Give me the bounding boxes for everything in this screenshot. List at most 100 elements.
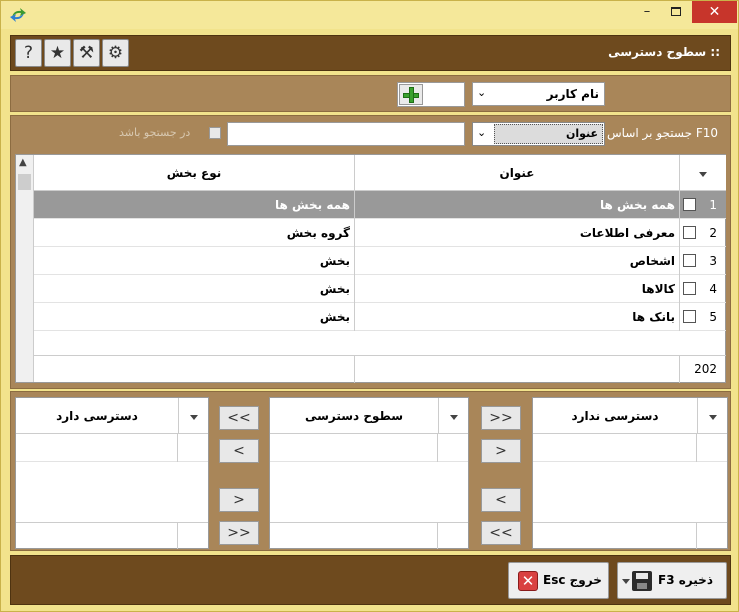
grid-footer: 202 — [34, 355, 726, 383]
cell-title: همه بخش ها — [355, 191, 680, 219]
cell-title: بانک ها — [355, 303, 680, 331]
access-levels-list[interactable]: سطوح دسترسی — [269, 397, 469, 549]
add-button[interactable] — [399, 84, 423, 105]
contains-label: در جستجو باشد — [119, 126, 191, 139]
search-panel: F10 جستجو بر اساس : ⌄ عنوان در جستجو باش… — [10, 115, 731, 389]
close-button[interactable]: ✕ — [692, 1, 737, 23]
chevron-down-icon: ⌄ — [477, 86, 487, 99]
column-header-type[interactable]: نوع بخش — [34, 155, 355, 191]
help-icon: ? — [23, 43, 34, 63]
no-access-list[interactable]: دسترسی ندارد — [532, 397, 728, 549]
gear-icon: ⚙ — [107, 43, 124, 63]
row-checkbox[interactable] — [683, 282, 696, 295]
settings-button[interactable]: ⚙ — [102, 39, 129, 67]
user-select[interactable]: نام کاربر ⌄ — [472, 82, 605, 106]
search-field-value: عنوان — [494, 124, 603, 144]
row-checkbox[interactable] — [683, 226, 696, 239]
list-item[interactable] — [16, 434, 208, 462]
user-select-value: نام کاربر — [546, 87, 599, 101]
footer-bar: ✕ خروج Esc ذخیره F3 — [10, 555, 731, 605]
scroll-up-icon[interactable]: ▲ — [19, 157, 27, 168]
cell-select: 1 — [680, 191, 726, 219]
scroll-thumb[interactable] — [18, 174, 31, 190]
exit-icon: ✕ — [518, 571, 538, 591]
cell-select: 3 — [680, 247, 726, 275]
cell-type: بخش — [34, 275, 355, 303]
column-chooser[interactable] — [680, 155, 726, 191]
move-all-right-button[interactable]: >> — [481, 406, 521, 430]
search-input[interactable] — [227, 122, 465, 146]
user-panel: نام کاربر ⌄ — [10, 75, 731, 112]
chevron-down-icon: ⌄ — [477, 126, 487, 139]
column-chooser[interactable] — [697, 398, 727, 434]
cell-type: بخش — [34, 247, 355, 275]
table-row[interactable]: گروه بخش معرفی اطلاعات 2 — [34, 219, 726, 247]
row-number: 3 — [709, 254, 717, 268]
tools-button[interactable]: ⚒ — [73, 39, 100, 67]
row-checkbox[interactable] — [683, 310, 696, 323]
grid-header: نوع بخش عنوان — [34, 155, 726, 191]
row-checkbox[interactable] — [683, 198, 696, 211]
has-access-list[interactable]: دسترسی دارد — [15, 397, 209, 549]
cell-title: اشخاص — [355, 247, 680, 275]
move-right-button[interactable]: > — [219, 488, 259, 512]
column-chooser[interactable] — [178, 398, 208, 434]
help-button[interactable]: ? — [15, 39, 42, 67]
cell-select: 5 — [680, 303, 726, 331]
list-item[interactable] — [533, 434, 727, 462]
exit-button[interactable]: ✕ خروج Esc — [508, 562, 609, 599]
move-right-button[interactable]: > — [481, 439, 521, 463]
row-number: 4 — [709, 282, 717, 296]
move-left-button[interactable]: < — [219, 439, 259, 463]
maximize-button[interactable] — [661, 1, 691, 23]
table-row[interactable]: بخش کالاها 4 — [34, 275, 726, 303]
column-chooser[interactable] — [438, 398, 468, 434]
dropdown-arrow-icon — [708, 415, 717, 420]
search-field-select[interactable]: ⌄ عنوان — [472, 122, 605, 146]
access-levels-header: سطوح دسترسی — [304, 409, 404, 423]
column-header-title[interactable]: عنوان — [355, 155, 680, 191]
minimize-button[interactable]: – — [634, 1, 660, 23]
row-number: 2 — [709, 226, 717, 240]
maximize-icon — [671, 7, 681, 16]
sections-grid: ▲ نوع بخش عنوان همه بخش ها همه بخش ها 1 … — [15, 154, 726, 383]
has-access-header: دسترسی دارد — [56, 409, 138, 423]
access-panel: دسترسی دارد << < > >> سطوح دسترسی >> > <… — [10, 391, 731, 551]
dropdown-arrow-icon — [699, 172, 707, 177]
exit-label: خروج Esc — [543, 573, 602, 587]
row-count: 202 — [694, 362, 717, 376]
save-icon — [632, 571, 652, 591]
table-row[interactable]: همه بخش ها همه بخش ها 1 — [34, 191, 726, 219]
search-label: F10 جستجو بر اساس : — [599, 126, 718, 140]
chevron-down-icon — [622, 579, 630, 584]
grid-scrollbar[interactable]: ▲ — [16, 155, 34, 382]
move-all-left-button[interactable]: << — [481, 521, 521, 545]
cell-title: کالاها — [355, 275, 680, 303]
table-row[interactable]: بخش اشخاص 3 — [34, 247, 726, 275]
header-bar: ? ★ ⚒ ⚙ :: سطوح دسترسی — [10, 35, 731, 71]
favorite-button[interactable]: ★ — [44, 39, 71, 67]
move-all-left-button[interactable]: << — [219, 406, 259, 430]
app-logo-icon — [10, 8, 26, 22]
list-item[interactable] — [270, 434, 468, 462]
dropdown-arrow-icon — [449, 415, 458, 420]
cell-select: 2 — [680, 219, 726, 247]
add-field[interactable] — [397, 82, 465, 107]
cell-title: معرفی اطلاعات — [355, 219, 680, 247]
title-bar: – ✕ — [1, 1, 738, 29]
contains-checkbox[interactable] — [209, 127, 221, 139]
cell-type: بخش — [34, 303, 355, 331]
page-title: :: سطوح دسترسی — [608, 45, 720, 59]
row-number: 5 — [709, 310, 717, 324]
row-checkbox[interactable] — [683, 254, 696, 267]
save-button[interactable]: ذخیره F3 — [617, 562, 727, 599]
main-window: – ✕ ? ★ ⚒ ⚙ :: سطوح دسترسی نام کاربر ⌄ F… — [0, 0, 739, 612]
save-label: ذخیره F3 — [658, 573, 713, 587]
move-all-right-button[interactable]: >> — [219, 521, 259, 545]
move-left-button[interactable]: < — [481, 488, 521, 512]
cell-select: 4 — [680, 275, 726, 303]
magic-wand-icon: ⚒ — [78, 43, 95, 63]
cell-type: همه بخش ها — [34, 191, 355, 219]
cell-type: گروه بخش — [34, 219, 355, 247]
table-row[interactable]: بخش بانک ها 5 — [34, 303, 726, 331]
